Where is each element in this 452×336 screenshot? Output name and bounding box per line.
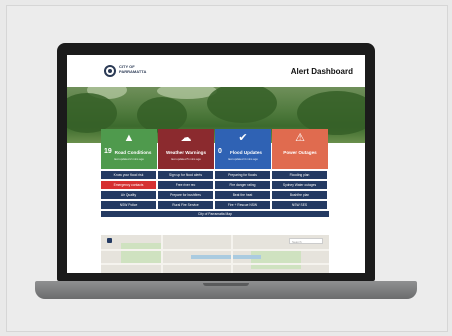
tile-power-outages[interactable]: ⚠ Power Outages: [272, 129, 328, 169]
tile-label: Road Conditions: [114, 150, 152, 155]
city-logo-icon[interactable]: [104, 65, 116, 77]
map-layers-icon[interactable]: [107, 238, 112, 243]
button-bushfire-plan[interactable]: Bushfire plan: [272, 191, 327, 199]
tile-count: 0: [218, 148, 222, 155]
button-preparing-floods[interactable]: Preparing for floods: [215, 171, 270, 179]
embedded-map[interactable]: Search: [101, 235, 329, 273]
button-nsw-police[interactable]: NSW Police: [101, 201, 156, 209]
tile-flood-updates[interactable]: ✔ 0 Flood Updates last updated 4 mins ag…: [215, 129, 271, 169]
page-title: Alert Dashboard: [290, 67, 353, 76]
button-free-river-rec[interactable]: Free river rec: [158, 181, 213, 189]
tile-subtitle: last updated 4 mins ago: [228, 157, 258, 161]
tile-weather-warnings[interactable]: ☁ Weather Warnings last updated 5 mins a…: [158, 129, 214, 169]
road-icon: ▲: [123, 132, 135, 144]
button-sydney-water-outages[interactable]: Sydney Water outages: [272, 181, 327, 189]
tile-label: Power Outages: [283, 150, 317, 155]
button-know-flood-risk[interactable]: Know your flood risk: [101, 171, 156, 179]
button-emergency-contacts[interactable]: Emergency contacts: [101, 181, 156, 189]
button-air-quality[interactable]: Air Quality: [101, 191, 156, 199]
button-flood-alerts[interactable]: Sign up for flood alerts: [158, 171, 213, 179]
button-rural-fire-service[interactable]: Rural Fire Service: [158, 201, 213, 209]
check-icon: ✔: [238, 132, 248, 144]
button-fire-danger-rating[interactable]: Fire danger rating: [215, 181, 270, 189]
laptop-screen: CITY OF PARRAMATTA Alert Dashboard ▲ 19 …: [67, 55, 365, 273]
cloud-icon: ☁: [180, 132, 192, 144]
warning-icon: ⚠: [295, 132, 305, 144]
laptop-notch: [203, 283, 249, 286]
button-nsw-ses[interactable]: NSW SES: [272, 201, 327, 209]
map-search-input[interactable]: Search: [289, 238, 323, 244]
button-prepare-bushfires[interactable]: Prepare for bushfires: [158, 191, 213, 199]
tile-subtitle: last updated 5 mins ago: [171, 157, 201, 161]
tile-label: Weather Warnings: [165, 150, 207, 155]
tile-road-conditions[interactable]: ▲ 19 Road Conditions last updated 2 mins…: [101, 129, 157, 169]
tile-label: Flood Updates: [230, 150, 262, 155]
alert-tiles: ▲ 19 Road Conditions last updated 2 mins…: [101, 129, 329, 169]
button-fire-rescue-nsw[interactable]: Fire + Rescue NSW: [215, 201, 270, 209]
button-beat-the-heat[interactable]: Beat the heat: [215, 191, 270, 199]
button-city-map[interactable]: City of Parramatta Map: [101, 211, 329, 217]
site-header: CITY OF PARRAMATTA Alert Dashboard: [67, 55, 365, 87]
tile-subtitle: last updated 2 mins ago: [114, 157, 144, 161]
button-flooding-plan[interactable]: Flooding plan: [272, 171, 327, 179]
city-logo-text[interactable]: CITY OF PARRAMATTA: [119, 64, 159, 74]
